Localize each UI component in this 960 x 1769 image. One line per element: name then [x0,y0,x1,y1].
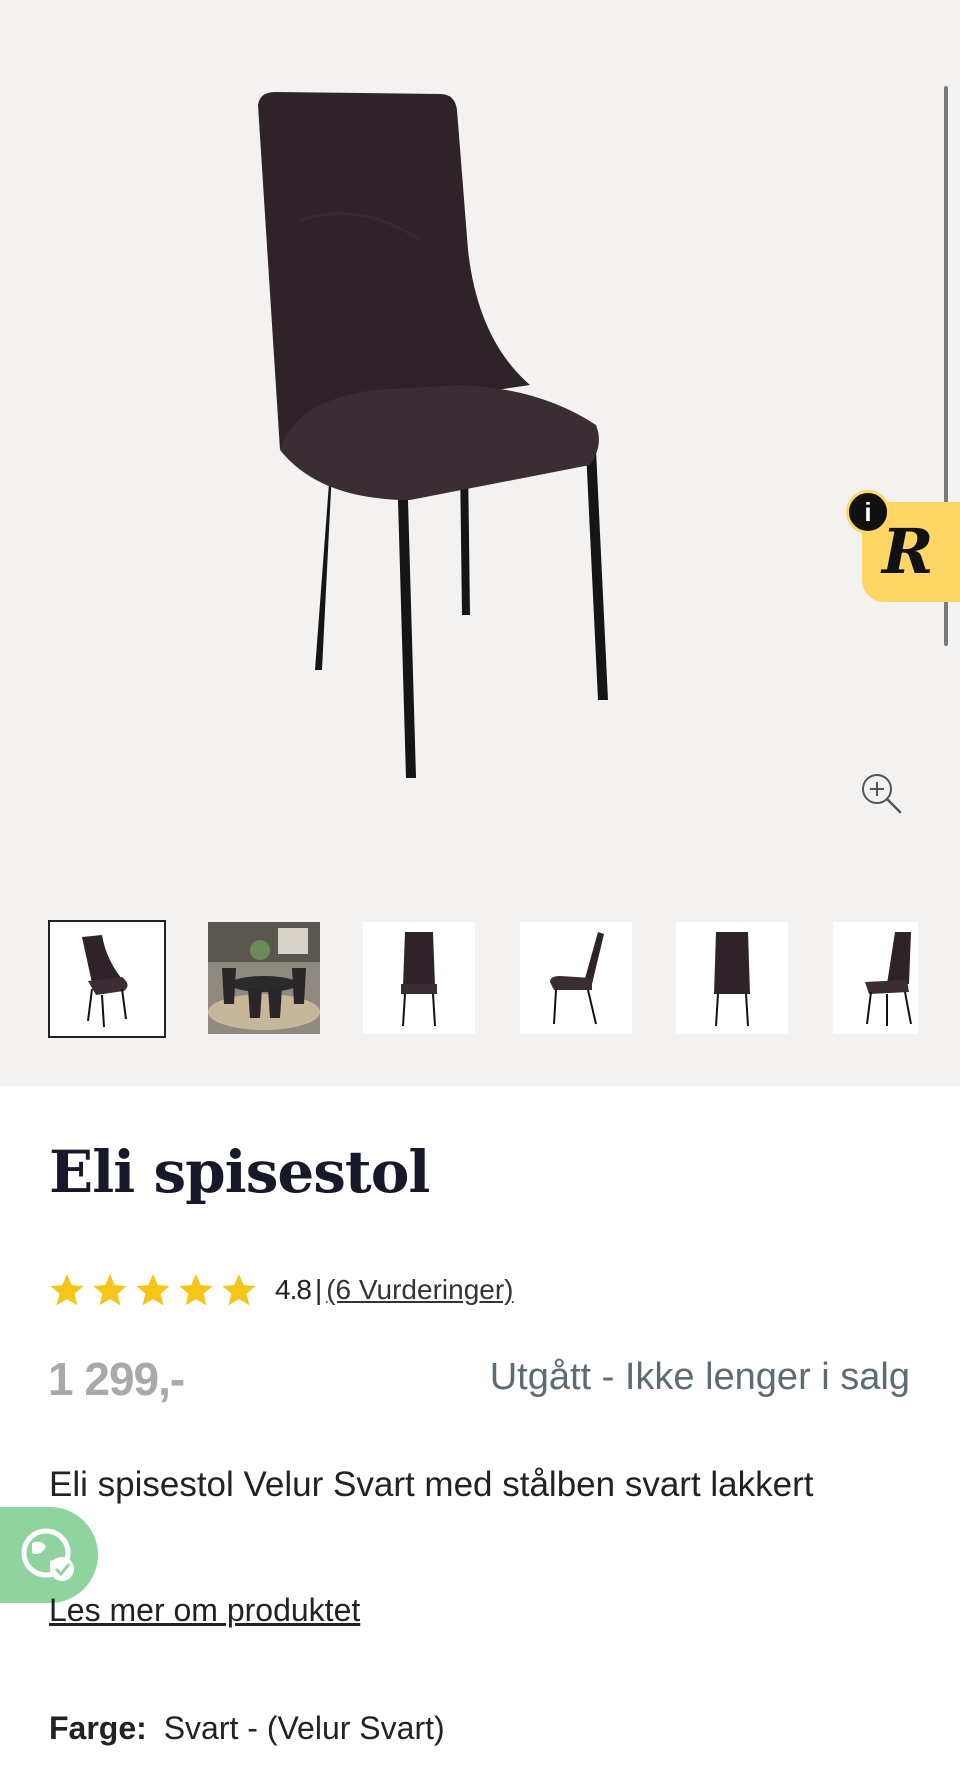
chair-thumbnail-image [82,935,128,1028]
star-icon [93,1274,127,1306]
product-rating: 4.8 | (6 Vurderinger) [48,1270,513,1310]
zoom-in-icon[interactable] [858,770,904,816]
accessibility-button[interactable] [0,1507,98,1603]
color-label: Farge: [49,1710,147,1746]
product-title: Eli spisestol [49,1138,430,1206]
star-icon [136,1274,170,1306]
star-icon [50,1274,84,1306]
product-image-gallery: R i [0,0,960,1086]
thumbnail-1[interactable] [48,920,166,1038]
product-price: 1 299,- [48,1353,185,1405]
rating-value: 4.8 [275,1274,312,1305]
globe-check-icon [21,1528,74,1581]
thumbnail-2[interactable] [208,922,320,1034]
star-icon [222,1274,256,1306]
thumbnail-4[interactable] [520,922,632,1034]
thumbnail-3[interactable] [363,922,475,1034]
chair-back-thumbnail-image [714,932,750,1027]
thumbnail-6[interactable] [833,922,918,1034]
color-value: Svart - (Velur Svart) [163,1710,445,1746]
chair-angle-thumbnail-image [865,932,912,1026]
info-icon[interactable]: i [846,490,890,534]
r-logo-icon: R [882,515,934,588]
main-product-image[interactable] [240,70,720,810]
thumbnail-strip [48,920,918,1038]
rating-separator: | [314,1274,323,1305]
chair-front-thumbnail-image [401,932,437,1027]
room-scene-thumbnail-image [208,922,320,1034]
chair-side-thumbnail-image [550,932,604,1025]
read-more-link[interactable]: Les mer om produktet [49,1592,360,1629]
color-option: Farge: Svart - (Velur Svart) [49,1710,445,1747]
product-description: Eli spisestol Velur Svart med stålben sv… [49,1465,814,1504]
reviews-link[interactable]: (6 Vurderinger) [326,1274,513,1306]
availability-status: Utgått - Ikke lenger i salg [489,1356,910,1398]
thumbnail-5[interactable] [676,922,788,1034]
star-icon [179,1274,213,1306]
